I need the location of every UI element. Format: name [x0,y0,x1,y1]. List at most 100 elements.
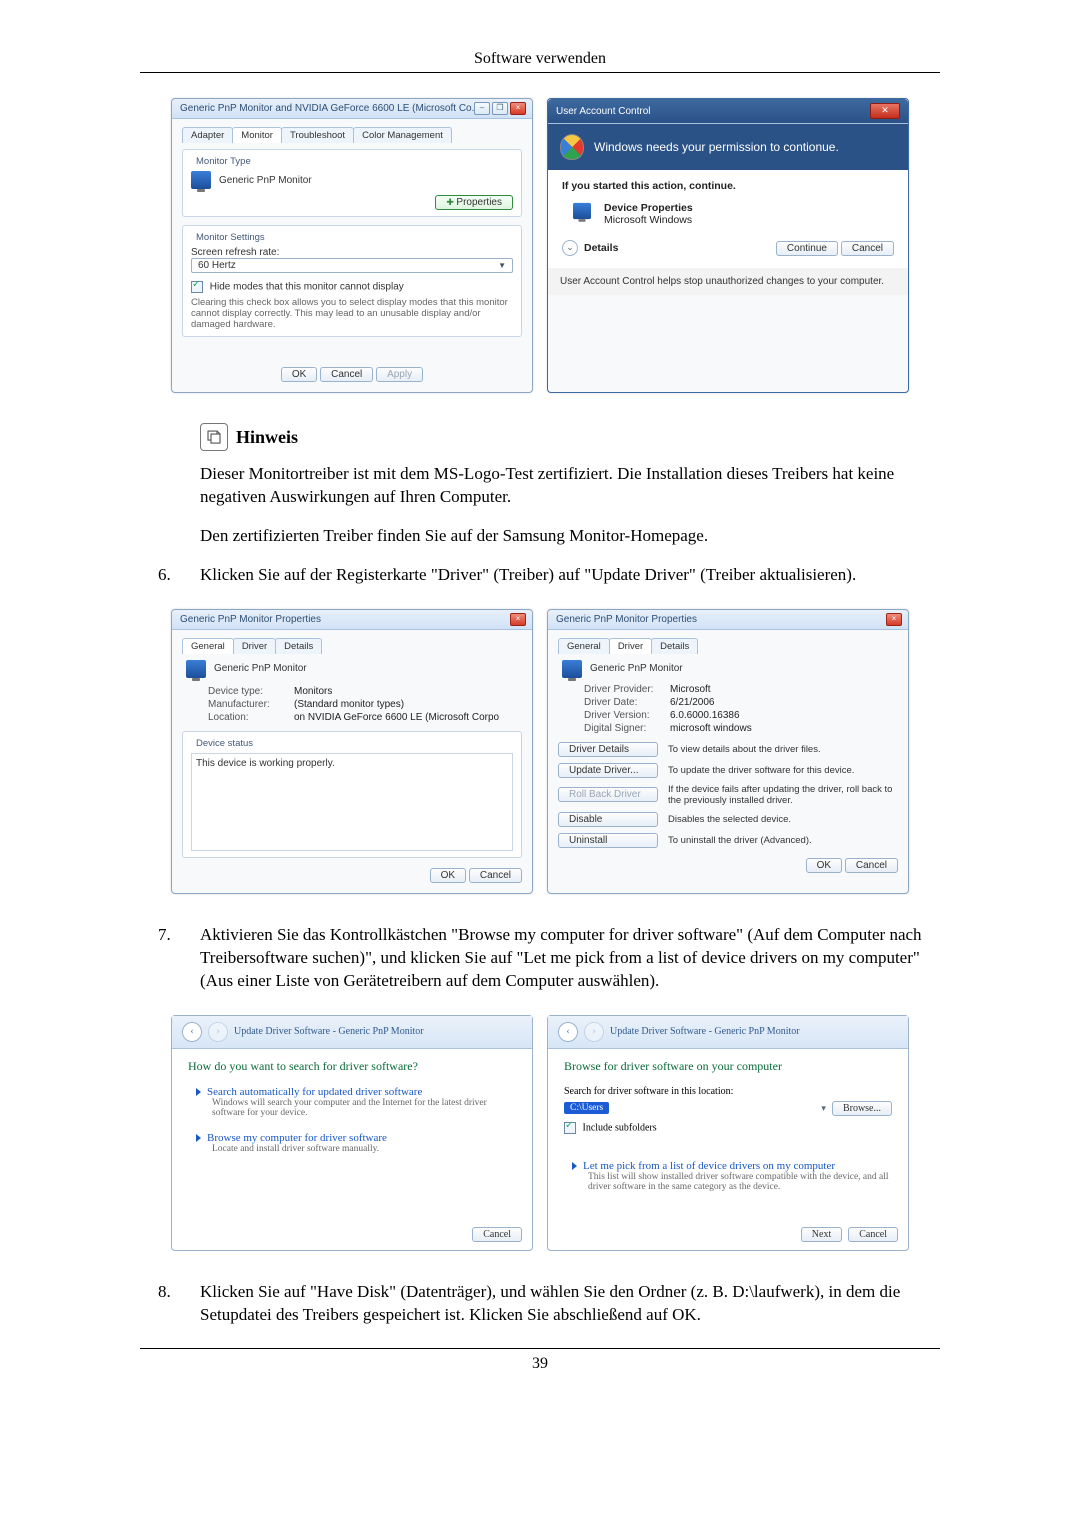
shield-icon [560,134,584,160]
next-button[interactable]: Next [801,1227,842,1242]
chevron-down-icon[interactable]: ▾ [821,1103,826,1114]
back-icon[interactable]: ‹ [558,1022,578,1042]
ok-button[interactable]: OK [281,367,317,382]
device-status-legend: Device status [193,738,256,749]
tab-troubleshoot[interactable]: Troubleshoot [281,127,354,143]
include-subfolders-checkbox[interactable] [564,1122,576,1134]
update-driver-wizard-browse: ‹ › Update Driver Software - Generic PnP… [547,1015,909,1251]
tab-color-management[interactable]: Color Management [353,127,452,143]
uac-details[interactable]: Details [584,242,618,254]
wizard-title: Update Driver Software - Generic PnP Mon… [234,1026,424,1037]
uninstall-button[interactable]: Uninstall [558,833,658,848]
tab-driver[interactable]: Driver [609,638,652,654]
forward-icon: › [584,1022,604,1042]
window-controls: × [886,613,902,626]
chevron-down-icon[interactable]: ⌄ [562,240,578,256]
step-text: Aktivieren Sie das Kontrollkästchen "Bro… [200,924,940,993]
hide-modes-label: Hide modes that this monitor cannot disp… [210,282,404,293]
update-driver-button[interactable]: Update Driver... [558,763,658,778]
device-status-text: This device is working properly. [191,753,513,851]
cancel-button[interactable]: Cancel [841,241,894,256]
uac-banner: Windows needs your permission to contion… [548,124,908,170]
opt-desc: This list will show installed driver sof… [588,1172,892,1192]
close-icon[interactable]: × [886,613,902,626]
opt-title: Browse my computer for driver software [207,1132,387,1144]
note-para-2: Den zertifizierten Treiber finden Sie au… [200,525,940,548]
tab-adapter[interactable]: Adapter [182,127,233,143]
driver-details-desc: To view details about the driver files. [668,744,898,755]
opt-browse-computer[interactable]: Browse my computer for driver software L… [196,1132,516,1154]
opt-desc: Locate and install driver software manua… [212,1144,516,1154]
version-value: 6.0.6000.16386 [670,710,740,721]
tab-details[interactable]: Details [651,638,698,654]
bottom-rule [140,1348,940,1349]
device-icon [573,203,591,219]
cancel-button[interactable]: Cancel [469,868,522,883]
disable-button[interactable]: Disable [558,812,658,827]
provider-value: Microsoft [670,684,711,695]
uac-app-name: Device Properties [604,202,693,214]
uninstall-desc: To uninstall the driver (Advanced). [668,835,898,846]
top-rule [140,72,940,73]
step-text: Klicken Sie auf der Registerkarte "Drive… [200,564,940,587]
arrow-right-icon [196,1088,201,1096]
version-label: Driver Version: [584,710,662,721]
monitor-settings-legend: Monitor Settings [193,232,268,243]
forward-icon: › [208,1022,228,1042]
pnp-properties-driver: × Generic PnP Monitor Properties General… [547,609,909,894]
cancel-button[interactable]: Cancel [320,367,373,382]
close-icon[interactable]: ✕ [870,103,900,119]
manufacturer-value: (Standard monitor types) [294,699,404,710]
pnp-properties-general: × Generic PnP Monitor Properties General… [171,609,533,894]
ok-button[interactable]: OK [430,868,466,883]
tab-general[interactable]: General [558,638,610,654]
figure-1: – ❐ × Generic PnP Monitor and NVIDIA GeF… [140,98,940,393]
tab-details[interactable]: Details [275,638,322,654]
refresh-rate-label: Screen refresh rate: [191,247,513,258]
driver-details-button[interactable]: Driver Details [558,742,658,757]
monitor-settings-group: Monitor Settings Screen refresh rate: 60… [182,225,522,337]
provider-label: Driver Provider: [584,684,662,695]
minimize-icon[interactable]: – [474,102,490,115]
opt-pick-from-list[interactable]: Let me pick from a list of device driver… [572,1160,892,1192]
tab-monitor[interactable]: Monitor [232,127,282,143]
hide-modes-checkbox[interactable] [191,281,203,293]
arrow-right-icon [572,1162,577,1170]
cancel-button[interactable]: Cancel [848,1227,898,1242]
device-type-label: Device type: [208,686,286,697]
wizard-heading: Browse for driver software on your compu… [564,1059,892,1074]
path-field[interactable]: C:\Users [564,1102,609,1114]
step-number: 7. [158,924,200,993]
properties-button[interactable]: ✚ Properties [435,195,513,210]
uac-title-label: User Account Control [556,106,651,117]
update-driver-wizard-search: ‹ › Update Driver Software - Generic PnP… [171,1015,533,1251]
opt-search-auto[interactable]: Search automatically for updated driver … [196,1086,516,1118]
update-driver-desc: To update the driver software for this d… [668,765,898,776]
back-icon[interactable]: ‹ [182,1022,202,1042]
close-icon[interactable]: × [510,613,526,626]
uac-banner-text: Windows needs your permission to contion… [594,140,839,154]
properties-button-label: Properties [456,197,502,208]
step-7: 7. Aktivieren Sie das Kontrollkästchen "… [158,924,940,993]
cancel-button[interactable]: Cancel [472,1227,522,1242]
monitor-type-value: Generic PnP Monitor [219,175,312,186]
continue-button[interactable]: Continue [776,241,838,256]
step-8: 8. Klicken Sie auf "Have Disk" (Datenträ… [158,1281,940,1327]
close-icon[interactable]: × [510,102,526,115]
tab-driver[interactable]: Driver [233,638,276,654]
refresh-rate-select[interactable]: 60 Hertz ▼ [191,258,513,273]
uac-dialog: User Account Control ✕ Windows needs you… [547,98,909,393]
maximize-icon[interactable]: ❐ [492,102,508,115]
page-number: 39 [140,1355,940,1373]
opt-title: Let me pick from a list of device driver… [583,1160,835,1172]
refresh-rate-value: 60 Hertz [198,260,236,271]
browse-button[interactable]: Browse... [832,1101,892,1116]
include-subfolders-label: Include subfolders [583,1122,657,1133]
figure-2: × Generic PnP Monitor Properties General… [140,609,940,894]
cancel-button[interactable]: Cancel [845,858,898,873]
rollback-driver-button: Roll Back Driver [558,787,658,802]
tab-general[interactable]: General [182,638,234,654]
tabs: General Driver Details [558,638,898,654]
ok-button[interactable]: OK [806,858,842,873]
signer-label: Digital Signer: [584,723,662,734]
